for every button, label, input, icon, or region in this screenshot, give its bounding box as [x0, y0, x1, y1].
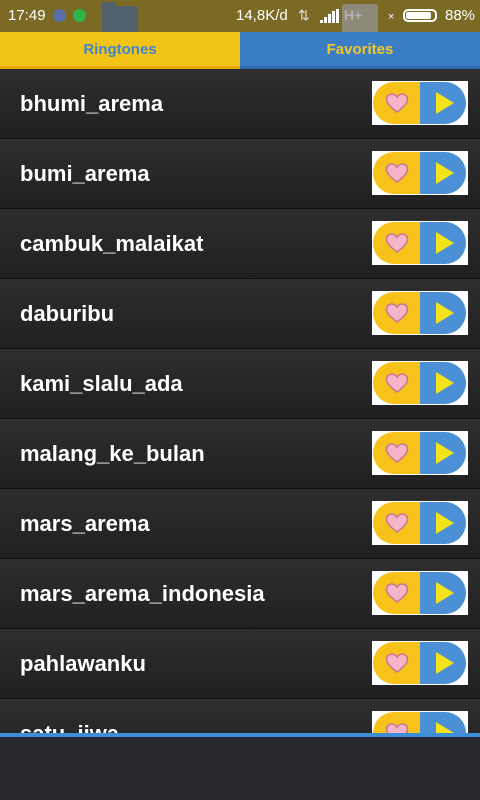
heart-icon	[385, 373, 408, 394]
ringtone-actions	[372, 361, 468, 405]
play-button[interactable]	[420, 502, 466, 544]
ringtone-row[interactable]: kami_slalu_ada	[0, 349, 480, 419]
tab-bar: Ringtones Favorites	[0, 32, 480, 69]
play-icon	[436, 652, 454, 674]
heart-icon	[385, 443, 408, 464]
favorite-button[interactable]	[373, 82, 420, 124]
ringtone-row[interactable]: bumi_arema	[0, 139, 480, 209]
favorite-button[interactable]	[373, 502, 420, 544]
ringtone-actions	[372, 501, 468, 545]
ringtone-actions	[372, 571, 468, 615]
ringtone-name: pahlawanku	[20, 651, 146, 676]
play-icon	[436, 162, 454, 184]
ringtone-actions	[372, 291, 468, 335]
tab-ringtones[interactable]: Ringtones	[0, 32, 240, 69]
ringtone-actions	[372, 221, 468, 265]
heart-icon	[385, 583, 408, 604]
status-battery-percent: 88%	[445, 7, 476, 24]
ringtone-actions	[372, 711, 468, 733]
play-icon	[436, 512, 454, 534]
battery-fill	[406, 12, 431, 19]
ringtone-row[interactable]: daburibu	[0, 279, 480, 349]
status-bar: 17:49 14,8K/d ⇅ H+ × 88%	[0, 0, 480, 32]
play-button[interactable]	[420, 82, 466, 124]
play-button[interactable]	[420, 152, 466, 194]
ringtone-name: kami_slalu_ada	[20, 371, 183, 396]
ringtone-row[interactable]: mars_arema_indonesia	[0, 559, 480, 629]
bottom-area	[0, 737, 480, 800]
favorite-button[interactable]	[373, 712, 420, 733]
heart-icon	[385, 233, 408, 254]
ringtone-name: cambuk_malaikat	[20, 231, 204, 256]
ringtone-name: daburibu	[20, 301, 115, 326]
whatsapp-icon	[72, 9, 86, 22]
no-signal-icon: ×	[388, 11, 395, 23]
heart-icon	[385, 513, 408, 534]
ringtone-name: bumi_arema	[20, 161, 150, 186]
favorite-button[interactable]	[373, 432, 420, 474]
heart-icon	[385, 163, 408, 184]
play-button[interactable]	[420, 362, 466, 404]
heart-icon	[385, 653, 408, 674]
favorite-button[interactable]	[373, 152, 420, 194]
play-icon	[436, 92, 454, 114]
heart-icon	[385, 303, 408, 324]
play-icon	[436, 302, 454, 324]
play-icon	[436, 722, 454, 733]
play-button[interactable]	[420, 222, 466, 264]
heart-icon	[385, 93, 408, 114]
data-transfer-icon: ⇅	[298, 7, 310, 23]
ringtone-list[interactable]: bhumi_arema bumi_arema cambuk_malaikatdabu…	[0, 69, 480, 733]
play-button[interactable]	[420, 712, 466, 733]
signal-icon	[320, 9, 340, 23]
ringtone-name: bhumi_arema	[20, 91, 164, 116]
status-speed: 14,8K/d	[236, 7, 288, 24]
ringtone-actions	[372, 641, 468, 685]
heart-icon	[385, 723, 408, 733]
play-icon	[436, 442, 454, 464]
ringtone-actions	[372, 81, 468, 125]
play-button[interactable]	[420, 292, 466, 334]
ringtone-actions	[372, 151, 468, 195]
play-icon	[436, 582, 454, 604]
ringtone-row[interactable]: mars_arema	[0, 489, 480, 559]
play-button[interactable]	[420, 642, 466, 684]
favorite-button[interactable]	[373, 642, 420, 684]
play-icon	[436, 232, 454, 254]
favorite-button[interactable]	[373, 572, 420, 614]
ringtone-row[interactable]: bhumi_arema	[0, 69, 480, 139]
ringtone-row[interactable]: pahlawanku	[0, 629, 480, 699]
play-button[interactable]	[420, 432, 466, 474]
favorite-button[interactable]	[373, 222, 420, 264]
favorite-button[interactable]	[373, 362, 420, 404]
favorite-button[interactable]	[373, 292, 420, 334]
play-icon	[436, 372, 454, 394]
ringtone-name: satu_jiwa	[20, 721, 119, 733]
ringtone-row[interactable]: satu_jiwa	[0, 699, 480, 733]
status-left: 17:49	[8, 7, 86, 24]
play-button[interactable]	[420, 572, 466, 614]
ringtone-actions	[372, 431, 468, 475]
ringtone-name: malang_ke_bulan	[20, 441, 205, 466]
notification-icon	[52, 9, 66, 22]
ringtone-row[interactable]: malang_ke_bulan	[0, 419, 480, 489]
ringtone-name: mars_arema_indonesia	[20, 581, 265, 606]
ringtone-name: mars_arema	[20, 511, 150, 536]
status-time: 17:49	[8, 7, 46, 24]
tab-favorites[interactable]: Favorites	[240, 32, 480, 69]
battery-icon	[403, 9, 437, 22]
ringtone-row[interactable]: cambuk_malaikat	[0, 209, 480, 279]
